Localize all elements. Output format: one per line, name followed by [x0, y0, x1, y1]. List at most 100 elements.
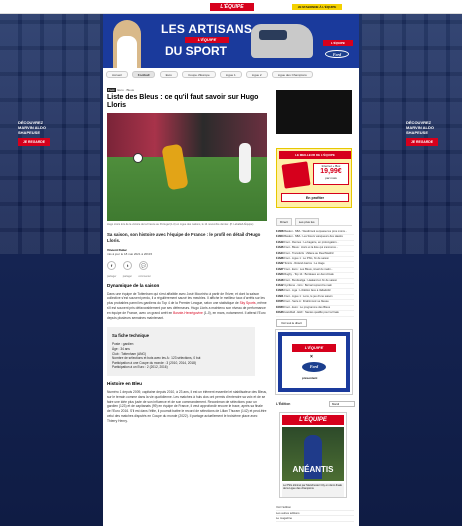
banner-person-image: [113, 20, 141, 68]
feed-time: 11h23: [276, 273, 284, 277]
facebook-share-icon[interactable]: f: [107, 260, 116, 270]
feed-time: 11h38: [276, 257, 284, 261]
feed-time: 11h54: [276, 235, 284, 239]
banner-title-line1: LES ARTISANS: [161, 22, 253, 36]
top-bar: L'ÉQUIPE JE M'ABONNE À L'ÉQUIPE: [0, 0, 462, 14]
nav-item-accueil[interactable]: Accueil: [106, 71, 128, 78]
sidebar-ad-partner[interactable]: L'ÉQUIPE × Ford présentent: [275, 329, 353, 395]
hero-ball: [133, 153, 143, 163]
feed-text: Foot - Euro : Les Bleus, réveil du matin…: [284, 267, 333, 271]
article-tag: Foot Euro · Bleus: [107, 88, 267, 92]
banner-van-image: [251, 24, 313, 58]
feed-time: 10h55: [276, 300, 284, 304]
inline-link[interactable]: Sky Sports: [240, 301, 256, 305]
feed-text: Rugby - Top 14 : Bordeaux en demi-finale: [284, 273, 334, 277]
sponsor-logo: Ford: [325, 50, 349, 58]
feed-text: Foot - Rennes : La bagarre, en prolongat…: [284, 240, 339, 244]
article-byline: Vincent Duluc mis à jour le 18 mai 2021 …: [107, 248, 267, 256]
feed-text: Foot - Transferts : Zidane au Real Madri…: [284, 251, 334, 255]
feed-text: Foot - Ligue 1 : Lens, le jeu d'une sais…: [284, 294, 333, 298]
sport-badge[interactable]: Foot: [107, 88, 116, 92]
share-bar: f t 💬: [107, 260, 267, 275]
comment-icon[interactable]: 💬: [139, 260, 149, 270]
section-body: Dans une équipe de Tottenham qui s'est a…: [107, 292, 267, 321]
offer-header: LE MEILLEUR DE L'ÉQUIPE: [279, 151, 351, 159]
feed-text: Foot - Serie A : Ibrahimovic se blesse: [284, 300, 329, 304]
article-title: Liste des Bleus : ce qu'il faut savoir s…: [107, 94, 259, 109]
feed-tabs: Direct Les plus lus: [276, 218, 352, 226]
offer-price: 19,99€: [320, 168, 342, 175]
side-promo-button[interactable]: JE REGARDE: [18, 138, 50, 146]
share-label: partager: [107, 274, 117, 278]
edition-links: Voir l'édition Les autres éditions Le ma…: [276, 505, 354, 522]
offer-note: par mois: [325, 176, 337, 180]
feed-text: Basket - NBA : Westbrook surpasse les pr…: [284, 230, 348, 233]
article: Foot Euro · Bleus Liste des Bleus : ce qu…: [107, 88, 267, 424]
nav-item-coupe-europe[interactable]: Coupe d'Europe: [182, 71, 216, 78]
nav-item-euro[interactable]: Euro: [159, 71, 178, 78]
feed-time: 11h27: [276, 267, 284, 271]
side-promo-right: DÉCOUVREZ MARVIN ALDO SHAPEUSE JE REGARD…: [406, 120, 446, 146]
section-nav: Accueil Football Euro Coupe d'Europe Lig…: [106, 71, 316, 79]
share-label: partager: [122, 274, 133, 278]
twitter-share-icon[interactable]: t: [123, 260, 133, 270]
tab-most-read[interactable]: Les plus lus: [294, 218, 319, 226]
article-category[interactable]: Euro · Bleus: [118, 88, 135, 92]
sidebar-ad-video[interactable]: [276, 90, 352, 134]
share-labels: partager partager commenter: [107, 275, 267, 278]
nav-item-ligue2[interactable]: Ligue 2: [245, 71, 268, 78]
inline-link[interactable]: Bosnie-Herzégovine: [173, 311, 203, 315]
hero-image: [107, 113, 267, 221]
side-promo-left: DÉCOUVREZ MARVIN ALDO SHAPEUSE JE REGARD…: [18, 120, 58, 146]
fact-sheet-title: Sa fiche technique: [112, 333, 149, 339]
side-promo-text: DÉCOUVREZ MARVIN ALDO SHAPEUSE: [406, 120, 434, 135]
newspaper-cover[interactable]: L'ÉQUIPE ANÉANTIS Le PSG éliminé par Man…: [279, 412, 347, 498]
feed-item[interactable]: 10h46 Handball - EHF : Nantes qualifié p…: [276, 311, 354, 317]
partner-label: présentent: [302, 376, 318, 380]
publish-date: mis à jour le 18 mai 2021 à 20h15: [107, 251, 153, 256]
partner-separator: ×: [310, 354, 313, 360]
advertising-banner[interactable]: LES ARTISANS L'ÉQUIPE DU SPORT L'ÉQUIPE …: [103, 14, 359, 68]
edition-label: L'Édition: [276, 402, 291, 406]
edition-select[interactable]: Mardi: [329, 401, 355, 407]
feed-time: 11h12: [276, 284, 284, 288]
feed-time: 11h32: [276, 262, 284, 266]
feed-time: 11h58: [276, 230, 284, 233]
nav-item-ldc[interactable]: Ligue des Champions: [271, 71, 313, 78]
feed-text: Foot - Ligue 1 : Le PSG, fin de saison: [284, 257, 330, 261]
feed-time: 11h01: [276, 294, 284, 298]
section-heading: Histoire en Bleu: [107, 380, 142, 386]
nav-item-ligue1[interactable]: Ligue 1: [219, 71, 242, 78]
feed-time: 10h46: [276, 311, 284, 315]
feed-time: 11h49: [276, 240, 284, 244]
cover-masthead: L'ÉQUIPE: [282, 415, 344, 425]
banner-title-line3: DU SPORT: [165, 44, 228, 58]
ford-logo: Ford: [302, 362, 326, 372]
feed-text: Foot - Liga : L'Atlético face à Valladol…: [284, 289, 331, 293]
side-promo-button[interactable]: JE REGARDE: [406, 138, 438, 146]
offer-box-image: [281, 161, 311, 189]
site-logo[interactable]: L'ÉQUIPE: [210, 3, 254, 11]
feed-more-button[interactable]: Voir tout le direct: [276, 318, 307, 327]
banner-brand-tag: L'ÉQUIPE: [185, 37, 229, 43]
tab-direct[interactable]: Direct: [276, 218, 292, 226]
share-label: commenter: [138, 274, 151, 278]
sidebar-ad-offer[interactable]: LE MEILLEUR DE L'ÉQUIPE Internet + Box 1…: [276, 148, 352, 208]
offer-cta-button[interactable]: En profiter: [281, 193, 349, 202]
feed-text: Foot - Bleus : Lloris et la liste qui s'…: [284, 246, 339, 250]
partner-panel: L'ÉQUIPE × Ford présentent: [282, 336, 346, 388]
subscribe-button[interactable]: JE M'ABONNE À L'ÉQUIPE: [292, 4, 342, 10]
player-fact-sheet: Sa fiche technique Poste : gardien Âge :…: [107, 327, 255, 376]
live-feed: 11h58 Basket - NBA : Westbrook surpasse …: [276, 230, 354, 327]
banner-logo: L'ÉQUIPE: [323, 40, 353, 46]
nav-item-football[interactable]: Football: [131, 71, 156, 78]
feed-time: 11h44: [276, 251, 284, 255]
feed-text: Tennis - Roland-Garros : Le tirage: [284, 262, 325, 266]
section-heading: Dynamique de la saison: [107, 282, 160, 288]
edition-link[interactable]: Le magazine: [276, 516, 354, 522]
feed-time: 11h06: [276, 289, 284, 293]
cover-headline: ANÉANTIS: [292, 465, 334, 474]
feed-text: Foot - Euro : Le programme des Bleus: [284, 305, 331, 309]
image-caption: Hugo Lloris lors de la victoire de la Fr…: [107, 223, 254, 226]
feed-text: Handball - EHF : Nantes qualifié pour la…: [284, 311, 339, 315]
